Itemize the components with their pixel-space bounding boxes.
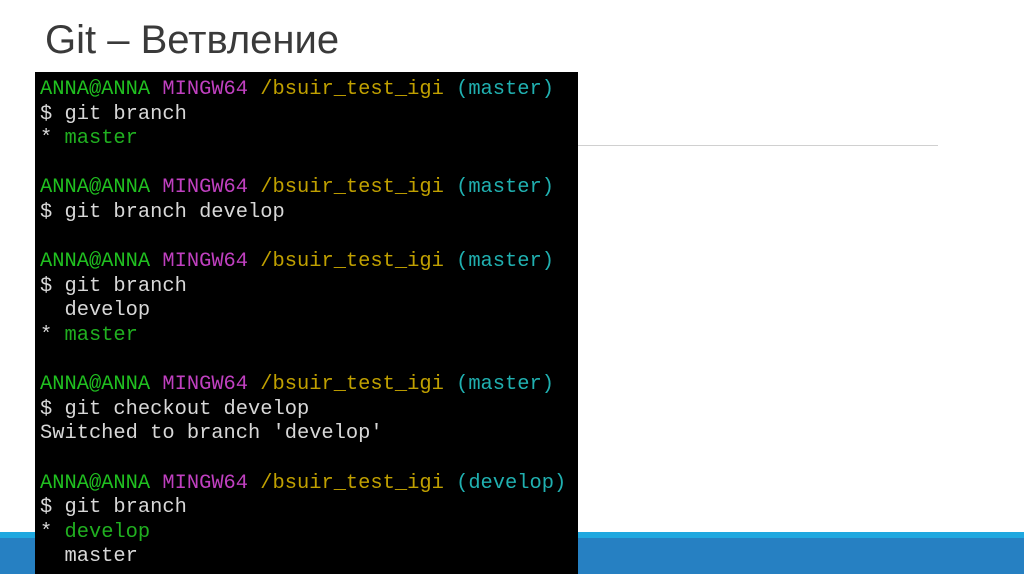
divider-line [578, 145, 938, 146]
terminal-line: master [40, 545, 566, 570]
terminal-line: ANNA@ANNA MINGW64 /bsuir_test_igi (devel… [40, 472, 566, 497]
terminal-segment-text: $ git branch [40, 102, 187, 126]
terminal-segment-user: ANNA@ANNA [40, 176, 163, 200]
terminal-segment-path: /bsuir_test_igi [260, 373, 457, 397]
terminal-line: develop [40, 299, 566, 324]
terminal-segment-user: ANNA@ANNA [40, 78, 163, 101]
terminal-line: * master [40, 127, 566, 152]
slide-title: Git – Ветвление [45, 18, 340, 62]
terminal-line: $ git branch [40, 103, 566, 128]
terminal-line: $ git branch develop [40, 201, 566, 226]
terminal-segment-path: /bsuir_test_igi [260, 78, 457, 101]
terminal-line: Switched to branch 'develop' [40, 422, 566, 447]
terminal-segment-text: Switched to branch 'develop' [40, 422, 383, 446]
terminal-segment-branch: (master) [456, 250, 554, 274]
terminal-line: * develop [40, 521, 566, 546]
terminal-line: ANNA@ANNA MINGW64 /bsuir_test_igi (maste… [40, 373, 566, 398]
terminal-line: ANNA@ANNA MINGW64 /bsuir_test_igi (maste… [40, 176, 566, 201]
terminal-segment-branch: (develop) [456, 471, 567, 495]
terminal-segment-path: /bsuir_test_igi [260, 471, 457, 495]
terminal-line: $ git branch [40, 496, 566, 521]
terminal-segment-current: master [64, 323, 138, 347]
terminal-segment-path: /bsuir_test_igi [260, 176, 457, 200]
terminal-segment-branch: (master) [456, 373, 554, 397]
terminal-segment-text: * [40, 323, 65, 347]
terminal-segment-text: $ git branch [40, 496, 187, 520]
terminal-segment-branch: (master) [456, 176, 554, 200]
terminal-output: ANNA@ANNA MINGW64 /bsuir_test_igi (maste… [40, 78, 566, 570]
terminal-segment-user: ANNA@ANNA [40, 471, 163, 495]
terminal-segment-current: master [64, 127, 138, 151]
terminal-segment-mingw: MINGW64 [162, 176, 261, 200]
terminal-segment-mingw: MINGW64 [162, 78, 261, 101]
terminal-line: ANNA@ANNA MINGW64 /bsuir_test_igi (maste… [40, 250, 566, 275]
terminal-segment-mingw: MINGW64 [162, 250, 261, 274]
terminal-segment-user: ANNA@ANNA [40, 250, 163, 274]
terminal-segment-text: develop [40, 299, 151, 323]
terminal-segment-user: ANNA@ANNA [40, 373, 163, 397]
terminal-line: * master [40, 324, 566, 349]
terminal-segment-text: * [40, 127, 65, 151]
terminal-segment-mingw: MINGW64 [162, 373, 261, 397]
terminal-line: $ git branch [40, 275, 566, 300]
terminal-line: ANNA@ANNA MINGW64 /bsuir_test_igi (maste… [40, 78, 566, 103]
terminal-segment-branch: (master) [456, 78, 554, 101]
terminal-screenshot: ANNA@ANNA MINGW64 /bsuir_test_igi (maste… [35, 72, 578, 574]
terminal-segment-text: * [40, 520, 65, 544]
terminal-segment-mingw: MINGW64 [162, 471, 261, 495]
terminal-segment-text: $ git branch [40, 274, 187, 298]
terminal-segment-text: master [40, 545, 138, 569]
terminal-line: $ git checkout develop [40, 398, 566, 423]
terminal-segment-text: $ git checkout develop [40, 397, 310, 421]
terminal-segment-text: $ git branch develop [40, 200, 285, 224]
terminal-segment-path: /bsuir_test_igi [260, 250, 457, 274]
terminal-segment-current: develop [64, 520, 151, 544]
